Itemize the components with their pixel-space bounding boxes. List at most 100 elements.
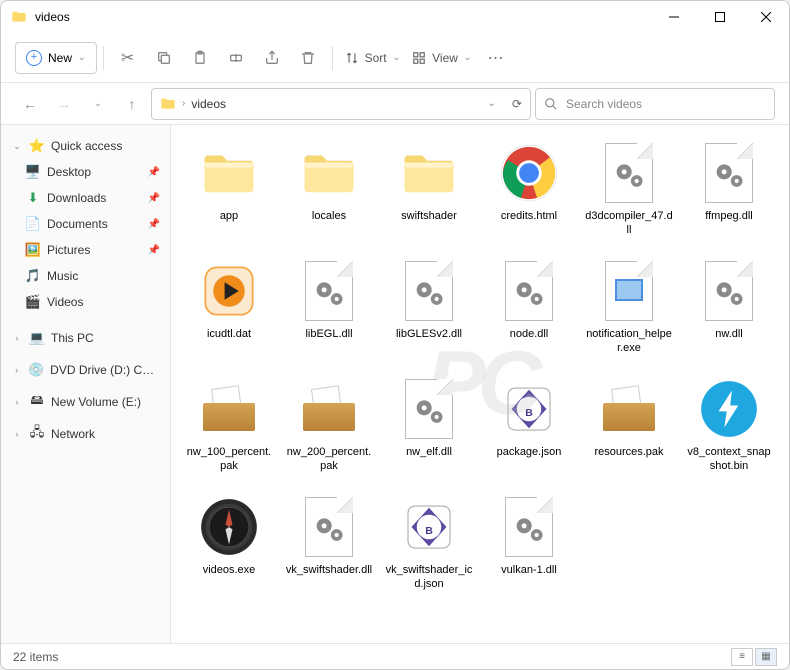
sidebar-item-pictures[interactable]: 🖼️Pictures📌 [5, 237, 166, 263]
json-icon: B [497, 377, 561, 441]
statusbar: 22 items ≡ ▦ [1, 643, 789, 669]
media-icon [197, 259, 261, 323]
file-item[interactable]: Bvk_swiftshader_icd.json [379, 491, 479, 609]
pin-icon: 📌 [148, 167, 160, 178]
up-button[interactable]: ↑ [117, 89, 147, 119]
folder-icon [297, 141, 361, 205]
file-item[interactable]: app [179, 137, 279, 255]
recent-dropdown[interactable]: ⌄ [83, 89, 113, 119]
download-icon: ⬇ [25, 190, 41, 206]
file-item[interactable]: swiftshader [379, 137, 479, 255]
sort-button[interactable]: Sort ⌄ [339, 51, 407, 65]
sidebar-item-documents[interactable]: 📄Documents📌 [5, 211, 166, 237]
view-button[interactable]: View ⌄ [406, 51, 477, 65]
file-item[interactable]: vulkan-1.dll [479, 491, 579, 609]
toolbar: + New ⌄ ✂ Sort ⌄ View ⌄ ⋯ [1, 33, 789, 83]
sidebar-item-videos[interactable]: 🎬Videos [5, 289, 166, 315]
expand-icon[interactable]: › [11, 429, 23, 439]
dvd-icon: 💿 [28, 362, 44, 378]
network-icon: 🖧 [29, 426, 45, 442]
breadcrumb-current[interactable]: videos [191, 97, 226, 111]
search-icon [544, 97, 558, 111]
file-item[interactable]: d3dcompiler_47.dll [579, 137, 679, 255]
dll-icon [697, 259, 761, 323]
expand-icon[interactable]: ⌄ [11, 141, 23, 152]
window-folder-icon [11, 9, 27, 25]
details-view-toggle[interactable]: ≡ [731, 648, 753, 666]
file-item[interactable]: icudtl.dat [179, 255, 279, 373]
share-icon[interactable] [254, 40, 290, 76]
file-label: package.json [493, 445, 566, 459]
minimize-button[interactable] [651, 1, 697, 33]
more-icon[interactable]: ⋯ [477, 40, 513, 76]
star-icon: ⭐ [29, 138, 45, 154]
videos-icon: 🎬 [25, 294, 41, 310]
history-dropdown-icon[interactable]: ⌄ [488, 98, 496, 109]
maximize-button[interactable] [697, 1, 743, 33]
music-icon: 🎵 [25, 268, 41, 284]
file-item[interactable]: nw.dll [679, 255, 779, 373]
file-item[interactable]: credits.html [479, 137, 579, 255]
folder-icon [160, 96, 176, 112]
plus-icon: + [26, 50, 42, 66]
rename-icon[interactable] [218, 40, 254, 76]
delete-icon[interactable] [290, 40, 326, 76]
sidebar-network[interactable]: ›🖧Network [5, 421, 166, 447]
file-item[interactable]: ffmpeg.dll [679, 137, 779, 255]
chevron-down-icon: ⌄ [78, 52, 86, 63]
back-button[interactable]: ← [15, 89, 45, 119]
file-item[interactable]: libEGL.dll [279, 255, 379, 373]
file-item[interactable]: videos.exe [179, 491, 279, 609]
sidebar-item-downloads[interactable]: ⬇Downloads📌 [5, 185, 166, 211]
expand-icon[interactable]: › [11, 333, 23, 343]
file-item[interactable]: libGLESv2.dll [379, 255, 479, 373]
expand-icon[interactable]: › [11, 397, 23, 407]
file-label: node.dll [506, 327, 553, 341]
address-bar[interactable]: › videos ⌄ ⟳ [151, 88, 531, 120]
pictures-icon: 🖼️ [25, 242, 41, 258]
sidebar-this-pc[interactable]: ›💻This PC [5, 325, 166, 351]
new-button[interactable]: + New ⌄ [15, 42, 97, 74]
cut-icon[interactable]: ✂ [110, 40, 146, 76]
file-item[interactable]: node.dll [479, 255, 579, 373]
expand-icon[interactable]: › [11, 365, 22, 375]
file-item[interactable]: v8_context_snapshot.bin [679, 373, 779, 491]
file-item[interactable]: nw_elf.dll [379, 373, 479, 491]
file-item[interactable]: nw_100_percent.pak [179, 373, 279, 491]
sort-icon [345, 51, 359, 65]
file-label: icudtl.dat [203, 327, 255, 341]
file-item[interactable]: notification_helper.exe [579, 255, 679, 373]
forward-button[interactable]: → [49, 89, 79, 119]
paste-icon[interactable] [182, 40, 218, 76]
icons-view-toggle[interactable]: ▦ [755, 648, 777, 666]
file-item[interactable]: resources.pak [579, 373, 679, 491]
dll-icon [397, 377, 461, 441]
explorer-window: videos + New ⌄ ✂ Sort ⌄ View ⌄ ⋯ [0, 0, 790, 670]
copy-icon[interactable] [146, 40, 182, 76]
file-item[interactable]: locales [279, 137, 379, 255]
sidebar-quick-access[interactable]: ⌄ ⭐ Quick access [5, 133, 166, 159]
folder-icon [197, 141, 261, 205]
sidebar-item-desktop[interactable]: 🖥️Desktop📌 [5, 159, 166, 185]
file-item[interactable]: vk_swiftshader.dll [279, 491, 379, 609]
sidebar-volume[interactable]: ›🖴New Volume (E:) [5, 389, 166, 415]
refresh-icon[interactable]: ⟳ [512, 97, 522, 111]
search-input[interactable]: Search videos [535, 88, 775, 120]
file-label: libGLESv2.dll [392, 327, 466, 341]
pin-icon: 📌 [148, 193, 160, 204]
file-label: locales [308, 209, 350, 223]
pin-icon: 📌 [148, 219, 160, 230]
file-label: resources.pak [590, 445, 667, 459]
pak-icon [197, 377, 261, 441]
file-item[interactable]: nw_200_percent.pak [279, 373, 379, 491]
file-label: nw.dll [711, 327, 747, 341]
navbar: ← → ⌄ ↑ › videos ⌄ ⟳ Search videos [1, 83, 789, 125]
sidebar-dvd-drive[interactable]: ›💿DVD Drive (D:) CCCC [5, 357, 166, 383]
file-label: nw_100_percent.pak [181, 445, 277, 474]
file-label: notification_helper.exe [581, 327, 677, 356]
file-grid[interactable]: PC applocalesswiftshadercredits.htmld3dc… [171, 125, 789, 643]
file-item[interactable]: Bpackage.json [479, 373, 579, 491]
dll-icon [497, 259, 561, 323]
close-button[interactable] [743, 1, 789, 33]
sidebar-item-music[interactable]: 🎵Music [5, 263, 166, 289]
